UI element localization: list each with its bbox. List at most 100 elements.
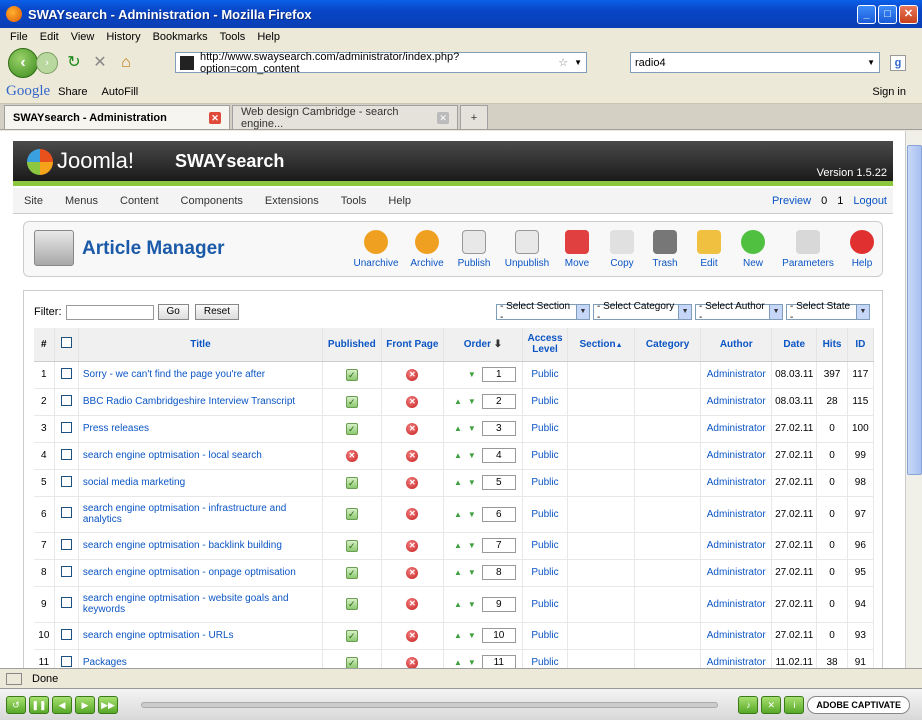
move-down-icon[interactable]: ▼ [468,568,476,577]
article-title-link[interactable]: search engine optmisation - backlink bui… [78,532,324,560]
not-front-page-icon[interactable]: ✕ [406,449,419,462]
published-icon[interactable]: ✓ [345,539,358,552]
move-down-icon[interactable]: ▼ [468,600,476,609]
article-title-link[interactable]: search engine optmisation - infrastructu… [78,496,324,533]
order-input[interactable]: 8 [481,565,516,580]
share-button[interactable]: Share [58,86,87,98]
progress-track[interactable] [141,701,719,708]
author-select[interactable]: - Select Author - ▼ [695,301,783,323]
not-front-page-icon[interactable]: ✕ [406,422,419,435]
prev-button[interactable]: ◀ [52,695,72,714]
article-title-link[interactable]: search engine optmisation - URLs [78,622,324,650]
row-checkbox[interactable] [54,586,79,623]
menu-help[interactable]: Help [257,31,280,43]
author-link[interactable]: Administrator [700,532,773,560]
close-tab-icon[interactable]: ✕ [209,111,221,124]
order-input[interactable]: 11 [481,655,516,668]
row-checkbox[interactable] [54,388,79,416]
access-level[interactable]: Public [522,388,569,416]
go-button[interactable]: Go [157,304,189,320]
order-input[interactable]: 9 [481,596,516,612]
article-title-link[interactable]: search engine optmisation - website goal… [78,586,324,623]
article-title-link[interactable]: social media marketing [78,469,324,497]
fastforward-button[interactable]: ▶▶ [98,695,118,714]
autofill-button[interactable]: AutoFill [102,86,139,98]
save-order-icon[interactable]: ⬇ [494,339,502,350]
order-input[interactable]: 2 [481,394,516,409]
google-search-icon[interactable]: g [890,55,906,71]
order-input[interactable]: 4 [481,448,516,463]
users-count[interactable]: 1 [837,195,843,207]
url-bar[interactable]: http://www.swaysearch.com/administrator/… [175,51,587,75]
tab-web-design[interactable]: Web design Cambridge - search engine... … [232,105,458,130]
access-level[interactable]: Public [522,532,569,560]
move-up-icon[interactable]: ▲ [454,600,462,609]
article-title-link[interactable]: Packages [78,649,324,668]
preview-link[interactable]: Preview [772,195,811,207]
move-up-icon[interactable]: ▲ [454,451,462,460]
back-button[interactable]: ‹ [8,48,38,78]
row-checkbox[interactable] [54,622,79,650]
minimize-button[interactable]: _ [857,5,876,24]
menu-file[interactable]: File [10,31,28,43]
col-category[interactable]: Category [634,328,702,362]
not-front-page-icon[interactable]: ✕ [406,508,419,520]
access-level[interactable]: Public [522,622,569,650]
col-published[interactable]: Published [322,328,382,362]
published-icon[interactable]: ✓ [345,598,358,610]
not-front-page-icon[interactable]: ✕ [406,476,419,489]
tab-swaysearch-admin[interactable]: SWAYsearch - Administration ✕ [4,105,230,129]
author-link[interactable]: Administrator [700,586,773,623]
messages-count[interactable]: 0 [821,195,827,207]
article-title-link[interactable]: Sorry - we can't find the page you're af… [78,361,324,389]
maximize-button[interactable]: □ [878,5,897,24]
col-order[interactable]: Order ⬇ [443,328,523,362]
jmenu-tools[interactable]: Tools [330,195,378,207]
bookmark-star-icon[interactable]: ☆ [558,56,568,69]
menu-history[interactable]: History [106,31,140,43]
filter-input[interactable] [65,304,154,320]
google-logo[interactable]: Google [6,83,50,100]
not-front-page-icon[interactable]: ✕ [406,629,419,642]
author-link[interactable]: Administrator [700,361,773,389]
row-checkbox[interactable] [54,649,79,668]
order-input[interactable]: 5 [481,475,516,490]
order-input[interactable]: 1 [481,367,516,382]
row-checkbox[interactable] [54,415,79,443]
published-icon[interactable]: ✓ [345,476,358,489]
move-down-icon[interactable]: ▼ [468,510,476,519]
col-author[interactable]: Author [700,328,773,362]
home-icon[interactable]: ⌂ [116,53,136,73]
close-button[interactable]: ✕ [899,5,918,24]
stop-icon[interactable]: ✕ [90,53,110,73]
published-icon[interactable]: ✓ [345,422,358,435]
next-button[interactable]: ▶ [75,695,95,714]
row-checkbox[interactable] [54,559,79,587]
jmenu-site[interactable]: Site [13,195,54,207]
move-up-icon[interactable]: ▲ [454,510,462,519]
state-select[interactable]: - Select State - ▼ [786,301,870,323]
signin-link[interactable]: Sign in [872,86,906,98]
jmenu-menus[interactable]: Menus [54,195,109,207]
access-level[interactable]: Public [522,361,569,389]
author-link[interactable]: Administrator [700,649,773,668]
reload-icon[interactable]: ↻ [64,53,84,73]
help-button[interactable]: Help [832,230,892,269]
scrollbar-thumb[interactable] [907,145,922,475]
order-input[interactable]: 10 [481,628,516,643]
access-level[interactable]: Public [522,496,569,533]
author-link[interactable]: Administrator [700,622,773,650]
col-section[interactable]: Section▲ [567,328,635,362]
row-checkbox[interactable] [54,469,79,497]
not-front-page-icon[interactable]: ✕ [406,656,419,668]
search-dropdown-icon[interactable]: ▼ [867,58,875,67]
row-checkbox[interactable] [54,442,79,470]
order-input[interactable]: 3 [481,421,516,436]
pause-button[interactable]: ❚❚ [29,695,49,714]
reset-button[interactable]: Reset [194,304,239,320]
jmenu-components[interactable]: Components [170,195,254,207]
author-link[interactable]: Administrator [700,415,773,443]
author-link[interactable]: Administrator [700,442,773,470]
move-down-icon[interactable]: ▼ [468,451,476,460]
article-title-link[interactable]: BBC Radio Cambridgeshire Interview Trans… [78,388,324,416]
